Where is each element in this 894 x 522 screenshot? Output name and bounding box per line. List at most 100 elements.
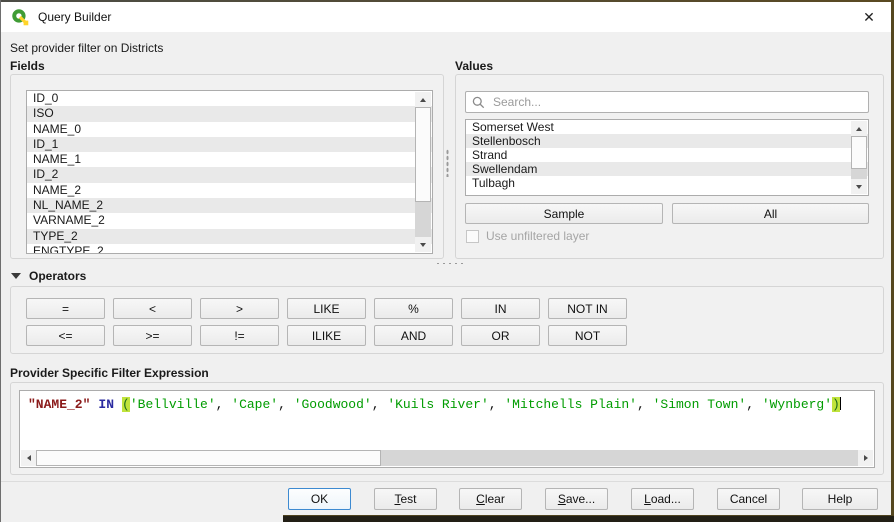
operator-less-equal-button[interactable]: <=: [26, 325, 105, 346]
ok-button[interactable]: OK: [288, 488, 351, 510]
field-item[interactable]: NL_NAME_2: [27, 198, 432, 213]
cancel-button[interactable]: Cancel: [717, 488, 780, 510]
fields-scrollbar-thumb[interactable]: [415, 107, 431, 202]
field-item[interactable]: NAME_1: [27, 152, 432, 167]
expression-string-token: 'Cape': [231, 397, 278, 412]
footer-separator: [0, 481, 894, 482]
values-group: Somerset West Stellenbosch Strand Swelle…: [455, 74, 884, 259]
expression-comma-token: ,: [637, 397, 653, 412]
field-item[interactable]: ID_1: [27, 137, 432, 152]
operator-less-than-button[interactable]: <: [113, 298, 192, 319]
values-scrollbar[interactable]: [851, 121, 867, 194]
sample-button[interactable]: Sample: [465, 203, 663, 224]
field-item[interactable]: ID_2: [27, 167, 432, 182]
qgis-logo-icon: [11, 8, 29, 26]
value-item[interactable]: Stellenbosch: [466, 134, 868, 148]
expression-field-token: "NAME_2": [28, 397, 90, 412]
expression-open-paren-token: (: [122, 397, 130, 412]
scroll-down-icon[interactable]: [851, 179, 867, 194]
expression-string-token: 'Goodwood': [294, 397, 372, 412]
expression-scrollbar-thumb[interactable]: [36, 450, 381, 466]
search-input[interactable]: [491, 94, 862, 110]
filter-expression-text: "NAME_2" IN ('Bellville', 'Cape', 'Goodwoo…: [28, 397, 841, 413]
operators-label: Operators: [29, 269, 86, 283]
all-button[interactable]: All: [672, 203, 869, 224]
fields-scrollbar[interactable]: [415, 92, 431, 252]
scroll-right-icon[interactable]: [858, 450, 873, 466]
scroll-up-icon[interactable]: [851, 121, 867, 136]
operator-and-button[interactable]: AND: [374, 325, 453, 346]
query-builder-dialog: Query Builder ✕ Set provider filter on D…: [0, 0, 894, 522]
expression-close-paren-token: ): [832, 397, 840, 412]
operators-group: = < > LIKE % IN NOT IN <= >= != ILIKE AN…: [10, 286, 884, 354]
operator-percent-button[interactable]: %: [374, 298, 453, 319]
scroll-down-icon[interactable]: [415, 237, 431, 252]
expression-string-token: 'Wynberg': [762, 397, 832, 412]
horizontal-splitter-handle[interactable]: [435, 262, 463, 265]
save-button[interactable]: Save...: [545, 488, 608, 510]
operator-ilike-button[interactable]: ILIKE: [287, 325, 366, 346]
expression-horizontal-scrollbar[interactable]: [21, 450, 873, 466]
expression-string-token: 'Simon Town': [653, 397, 747, 412]
values-list[interactable]: Somerset West Stellenbosch Strand Swelle…: [465, 119, 869, 196]
window-frame-left: [0, 0, 1, 522]
expression-group: "NAME_2" IN ('Bellville', 'Cape', 'Goodwoo…: [10, 382, 884, 475]
filter-expression-editor[interactable]: "NAME_2" IN ('Bellville', 'Cape', 'Goodwoo…: [19, 390, 875, 468]
field-item[interactable]: NAME_2: [27, 183, 432, 198]
use-unfiltered-layer-checkbox-row: Use unfiltered layer: [466, 229, 589, 243]
expression-label: Provider Specific Filter Expression: [10, 366, 209, 380]
field-item[interactable]: ISO: [27, 106, 432, 121]
operator-not-button[interactable]: NOT: [548, 325, 627, 346]
expression-comma-token: ,: [372, 397, 388, 412]
text-cursor: [840, 397, 841, 410]
close-icon[interactable]: ✕: [857, 5, 881, 29]
operator-greater-equal-button[interactable]: >=: [113, 325, 192, 346]
window-frame-top: [0, 0, 894, 2]
vertical-splitter-handle[interactable]: [446, 149, 449, 177]
expression-keyword-token: IN: [98, 397, 114, 412]
use-unfiltered-checkbox[interactable]: [466, 230, 479, 243]
scroll-up-icon[interactable]: [415, 92, 431, 107]
expression-string-token: 'Mitchells Plain': [504, 397, 637, 412]
dialog-subtitle: Set provider filter on Districts: [10, 41, 163, 55]
operator-not-equal-button[interactable]: !=: [200, 325, 279, 346]
expression-string-token: 'Kuils River': [387, 397, 488, 412]
expression-comma-token: ,: [746, 397, 762, 412]
search-icon: [472, 96, 485, 109]
use-unfiltered-label: Use unfiltered layer: [486, 229, 589, 243]
value-item[interactable]: Swellendam: [466, 162, 868, 176]
operator-greater-than-button[interactable]: >: [200, 298, 279, 319]
field-item[interactable]: ID_0: [27, 91, 432, 106]
field-item[interactable]: NAME_0: [27, 122, 432, 137]
fields-group: ID_0 ISO NAME_0 ID_1 NAME_1 ID_2 NAME_2 …: [10, 74, 444, 259]
operator-or-button[interactable]: OR: [461, 325, 540, 346]
field-item[interactable]: TYPE_2: [27, 229, 432, 244]
expression-comma-token: ,: [216, 397, 232, 412]
operator-equals-button[interactable]: =: [26, 298, 105, 319]
window-frame-bottom: [283, 515, 894, 522]
value-item[interactable]: Tulbagh: [466, 176, 868, 190]
expression-comma-token: ,: [278, 397, 294, 412]
fields-label: Fields: [10, 59, 45, 73]
help-button[interactable]: Help: [802, 488, 878, 510]
window-title: Query Builder: [38, 10, 111, 24]
field-item[interactable]: VARNAME_2: [27, 213, 432, 228]
test-button[interactable]: Test: [374, 488, 437, 510]
values-scrollbar-thumb[interactable]: [851, 136, 867, 169]
expression-comma-token: ,: [489, 397, 505, 412]
value-item[interactable]: Somerset West: [466, 120, 868, 134]
field-item[interactable]: ENGTYPE_2: [27, 244, 432, 254]
values-search-box[interactable]: [465, 91, 869, 113]
operator-not-in-button[interactable]: NOT IN: [548, 298, 627, 319]
values-label: Values: [455, 59, 493, 73]
fields-list[interactable]: ID_0 ISO NAME_0 ID_1 NAME_1 ID_2 NAME_2 …: [26, 90, 433, 254]
operators-header[interactable]: Operators: [11, 269, 86, 283]
load-button[interactable]: Load...: [631, 488, 694, 510]
clear-button[interactable]: Clear: [459, 488, 522, 510]
value-item[interactable]: Strand: [466, 148, 868, 162]
scroll-left-icon[interactable]: [21, 450, 36, 466]
operator-like-button[interactable]: LIKE: [287, 298, 366, 319]
collapse-triangle-icon[interactable]: [11, 273, 21, 279]
expression-string-token: 'Bellville': [130, 397, 216, 412]
operator-in-button[interactable]: IN: [461, 298, 540, 319]
